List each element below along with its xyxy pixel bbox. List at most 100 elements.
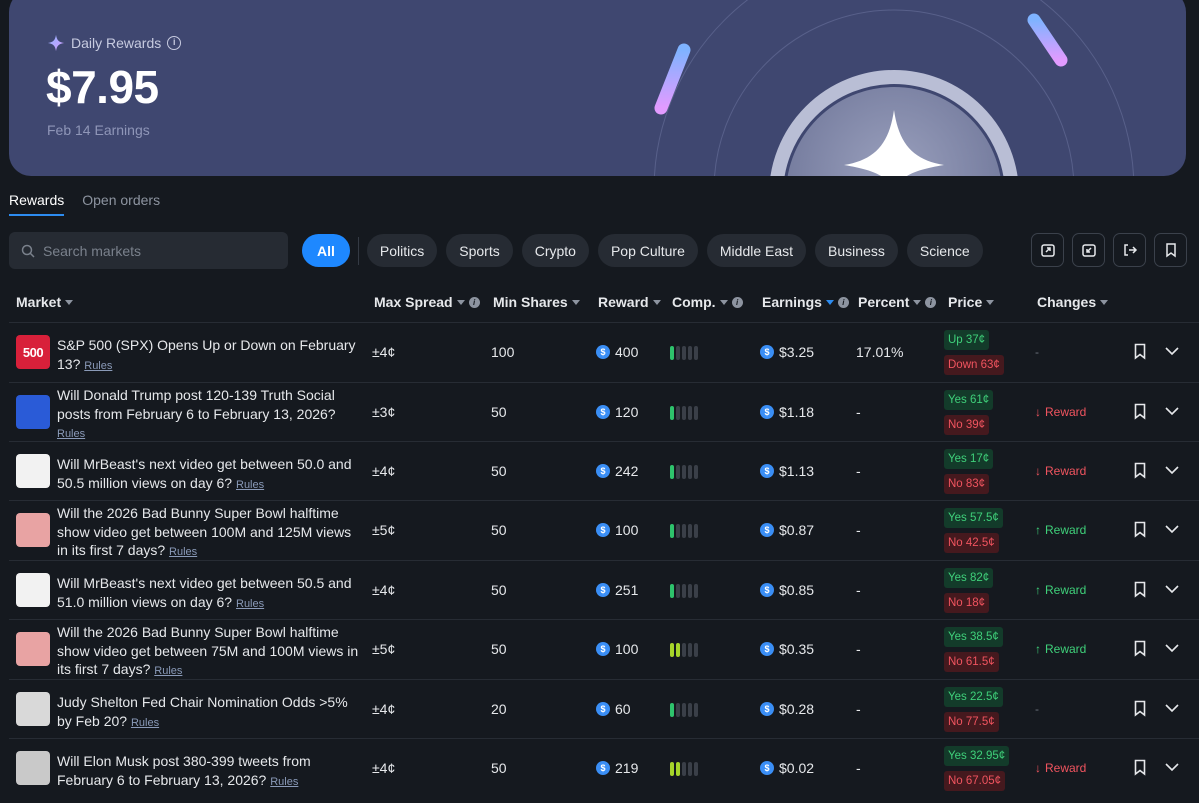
no-price-badge[interactable]: No 18¢ bbox=[944, 593, 990, 613]
col-max-spread[interactable]: Max Spread i bbox=[374, 294, 480, 310]
filter-pop-culture[interactable]: Pop Culture bbox=[597, 234, 698, 267]
yes-price-badge[interactable]: Yes 82¢ bbox=[944, 568, 994, 588]
tab-open-orders[interactable]: Open orders bbox=[82, 192, 160, 216]
bookmark-icon[interactable] bbox=[1133, 403, 1147, 420]
col-market[interactable]: Market bbox=[16, 294, 74, 310]
col-reward[interactable]: Reward bbox=[598, 294, 661, 310]
no-price-badge[interactable]: Down 63¢ bbox=[944, 355, 1004, 375]
reward-change: - bbox=[1035, 345, 1039, 359]
bookmark-icon[interactable] bbox=[1133, 581, 1147, 598]
bookmark-icon[interactable] bbox=[1133, 640, 1147, 657]
table-row[interactable]: Will Elon Musk post 380-399 tweets from … bbox=[9, 738, 1199, 797]
bookmark-icon[interactable] bbox=[1133, 700, 1147, 717]
no-price-badge[interactable]: No 61.5¢ bbox=[944, 652, 999, 672]
filter-business[interactable]: Business bbox=[815, 234, 898, 267]
yes-price-badge[interactable]: Yes 17¢ bbox=[944, 449, 994, 469]
market-title[interactable]: Judy Shelton Fed Chair Nomination Odds >… bbox=[57, 694, 348, 729]
market-title-cell[interactable]: Will Donald Trump post 120-139 Truth Soc… bbox=[57, 386, 365, 444]
table-row[interactable]: Will MrBeast's next video get between 50… bbox=[9, 560, 1199, 619]
reward-change: ↓ Reward bbox=[1035, 761, 1087, 775]
chevron-down-icon[interactable] bbox=[1164, 641, 1180, 655]
search-input[interactable] bbox=[43, 242, 273, 259]
reward-cell: 400 bbox=[596, 344, 638, 360]
table-header: Market Max Spread i Min Shares Reward Com… bbox=[9, 286, 1199, 322]
rules-link[interactable]: Rules bbox=[169, 546, 197, 558]
earnings-value: $3.25 bbox=[779, 344, 815, 360]
filter-sports[interactable]: Sports bbox=[446, 234, 513, 267]
bookmark-icon[interactable] bbox=[1133, 521, 1147, 538]
market-title-cell[interactable]: Will MrBeast's next video get between 50… bbox=[57, 574, 365, 613]
col-price[interactable]: Price bbox=[948, 294, 995, 310]
info-icon[interactable]: i bbox=[167, 36, 182, 50]
col-earnings[interactable]: Earnings i bbox=[762, 294, 849, 310]
col-changes[interactable]: Changes bbox=[1037, 294, 1109, 310]
chevron-down-icon[interactable] bbox=[1164, 344, 1180, 358]
table-row[interactable]: Will Donald Trump post 120-139 Truth Soc… bbox=[9, 382, 1199, 441]
filter-crypto[interactable]: Crypto bbox=[521, 234, 589, 267]
yes-price-badge[interactable]: Up 37¢ bbox=[944, 330, 990, 350]
filter-politics[interactable]: Politics bbox=[366, 234, 438, 267]
rules-link[interactable]: Rules bbox=[236, 479, 264, 491]
rules-link[interactable]: Rules bbox=[131, 717, 159, 729]
bookmark-icon[interactable] bbox=[1133, 759, 1147, 776]
rules-link[interactable]: Rules bbox=[154, 665, 182, 677]
export-button[interactable] bbox=[1031, 233, 1064, 267]
col-min-shares[interactable]: Min Shares bbox=[493, 294, 580, 310]
market-title[interactable]: Will the 2026 Bad Bunny Super Bowl halft… bbox=[57, 505, 351, 558]
yes-price-badge[interactable]: Yes 22.5¢ bbox=[944, 687, 1003, 707]
chevron-down-icon[interactable] bbox=[1164, 463, 1180, 477]
market-title-cell[interactable]: Will the 2026 Bad Bunny Super Bowl halft… bbox=[57, 504, 365, 562]
market-title[interactable]: Will MrBeast's next video get between 50… bbox=[57, 575, 352, 610]
toolbar-actions bbox=[1031, 233, 1187, 267]
import-button[interactable] bbox=[1072, 233, 1105, 267]
market-title-cell[interactable]: Will the 2026 Bad Bunny Super Bowl halft… bbox=[57, 623, 365, 681]
chevron-down-icon[interactable] bbox=[1164, 701, 1180, 715]
competition-meter bbox=[670, 406, 698, 420]
search-box[interactable] bbox=[9, 232, 288, 269]
chevron-down-icon[interactable] bbox=[1164, 522, 1180, 536]
table-row[interactable]: Will the 2026 Bad Bunny Super Bowl halft… bbox=[9, 500, 1199, 559]
chevron-down-icon[interactable] bbox=[1164, 404, 1180, 418]
bookmark-icon[interactable] bbox=[1133, 343, 1147, 360]
no-price-badge[interactable]: No 83¢ bbox=[944, 474, 990, 494]
market-title-cell[interactable]: S&P 500 (SPX) Opens Up or Down on Februa… bbox=[57, 336, 365, 375]
market-title[interactable]: Will Donald Trump post 120-139 Truth Soc… bbox=[57, 387, 336, 422]
yes-price-badge[interactable]: Yes 38.5¢ bbox=[944, 627, 1003, 647]
filter-middle-east[interactable]: Middle East bbox=[706, 234, 807, 267]
rules-link[interactable]: Rules bbox=[270, 776, 298, 788]
chevron-down-icon[interactable] bbox=[1164, 582, 1180, 596]
market-title[interactable]: Will the 2026 Bad Bunny Super Bowl halft… bbox=[57, 624, 358, 677]
table-row[interactable]: Will the 2026 Bad Bunny Super Bowl halft… bbox=[9, 619, 1199, 678]
yes-price-badge[interactable]: Yes 57.5¢ bbox=[944, 508, 1003, 528]
col-percent[interactable]: Percent i bbox=[858, 294, 937, 310]
bookmarks-button[interactable] bbox=[1154, 233, 1187, 267]
market-title-cell[interactable]: Judy Shelton Fed Chair Nomination Odds >… bbox=[57, 693, 365, 732]
table-row[interactable]: Will MrBeast's next video get between 50… bbox=[9, 441, 1199, 500]
market-title-cell[interactable]: Will Elon Musk post 380-399 tweets from … bbox=[57, 752, 365, 791]
no-price-badge[interactable]: No 77.5¢ bbox=[944, 712, 999, 732]
table-row[interactable]: 500 S&P 500 (SPX) Opens Up or Down on Feb… bbox=[9, 322, 1199, 381]
arrow-up-icon: ↑ bbox=[1035, 583, 1041, 597]
bookmark-icon[interactable] bbox=[1133, 462, 1147, 479]
no-price-badge[interactable]: No 39¢ bbox=[944, 415, 990, 435]
export-icon bbox=[1040, 244, 1055, 257]
competition-meter bbox=[670, 762, 698, 776]
rules-link[interactable]: Rules bbox=[57, 428, 85, 440]
tab-rewards[interactable]: Rewards bbox=[9, 192, 65, 216]
yes-price-badge[interactable]: Yes 61¢ bbox=[944, 390, 994, 410]
filter-science[interactable]: Science bbox=[906, 234, 983, 267]
no-price-badge[interactable]: No 42.5¢ bbox=[944, 533, 999, 553]
market-title[interactable]: Will MrBeast's next video get between 50… bbox=[57, 456, 352, 491]
chevron-down-icon[interactable] bbox=[1164, 760, 1180, 774]
no-price-badge[interactable]: No 67.05¢ bbox=[944, 771, 1006, 791]
reward-cell: 120 bbox=[596, 404, 638, 420]
competition-bar bbox=[670, 703, 674, 717]
market-title-cell[interactable]: Will MrBeast's next video get between 50… bbox=[57, 455, 365, 494]
table-row[interactable]: Judy Shelton Fed Chair Nomination Odds >… bbox=[9, 679, 1199, 738]
col-comp[interactable]: Comp. i bbox=[672, 294, 743, 310]
rules-link[interactable]: Rules bbox=[84, 360, 112, 372]
logout-button[interactable] bbox=[1113, 233, 1146, 267]
filter-all[interactable]: All bbox=[302, 234, 350, 267]
yes-price-badge[interactable]: Yes 32.95¢ bbox=[944, 746, 1010, 766]
rules-link[interactable]: Rules bbox=[236, 598, 264, 610]
